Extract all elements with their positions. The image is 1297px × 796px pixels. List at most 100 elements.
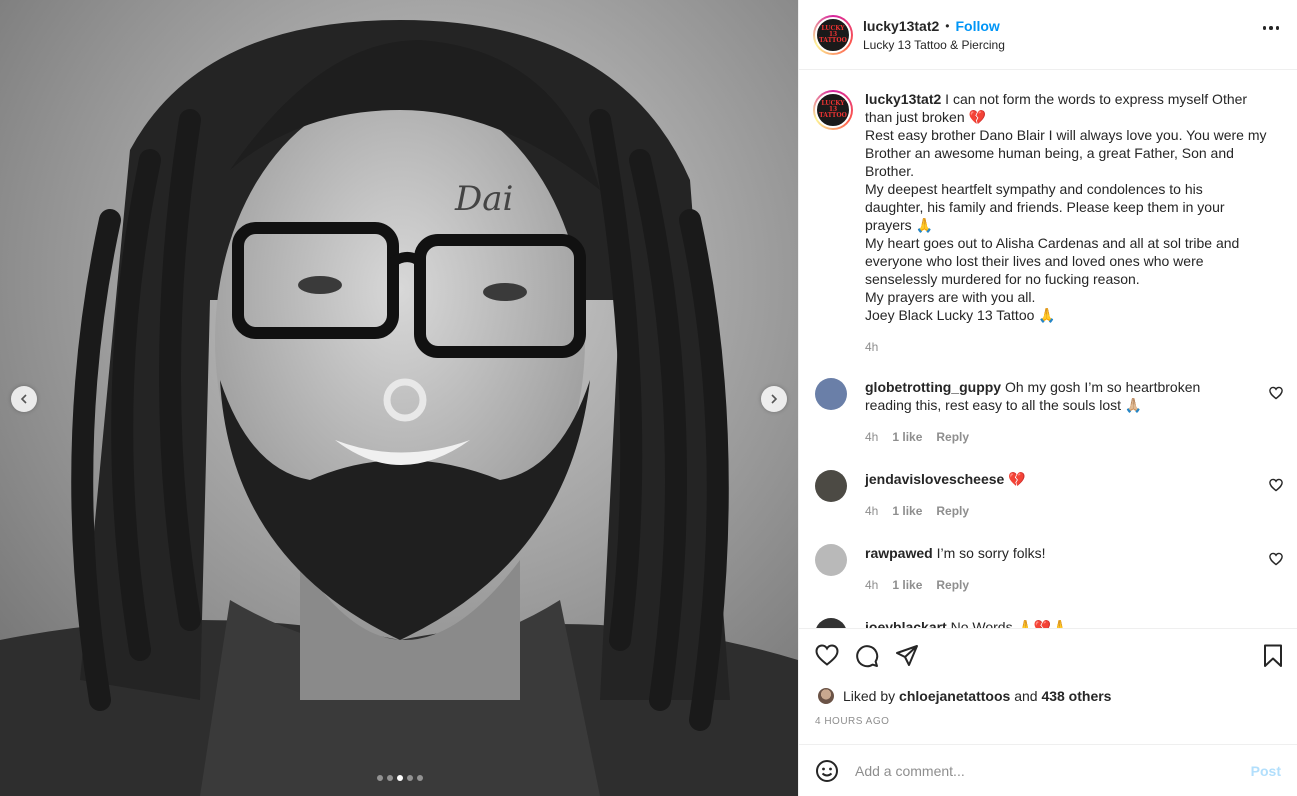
commenter-username[interactable]: globetrotting_guppy [865,379,1001,395]
liker-avatar[interactable] [817,687,835,705]
post-details-panel: LUCKY 13 TATTOO lucky13tat2 • Follow Luc… [798,0,1297,796]
comment-like-heart-icon[interactable] [1269,386,1283,400]
comment-like-count[interactable]: 1 like [892,502,922,520]
caption-line: lucky13tat2 I can not form the words to … [865,90,1280,108]
comment-item: joeyblackart No Words 🙏💔🙏 [813,618,1283,628]
comment-like-count[interactable]: 1 like [892,428,922,446]
comment-item: rawpawed I’m so sorry folks! 4h 1 like Repl… [813,544,1283,594]
caption-line: My heart goes out to Alisha Cardenas and… [865,234,1280,252]
caption-line: Joey Black Lucky 13 Tattoo 🙏 [865,306,1280,324]
post-header: LUCKY 13 TATTOO lucky13tat2 • Follow Luc… [799,0,1297,70]
more-icon-dot [1262,26,1266,30]
like-heart-icon[interactable] [815,644,839,666]
caption-text: I can not form the words to express myse… [945,91,1248,107]
comment-line: globetrotting_guppy Oh my gosh I’m so he… [865,378,1225,396]
post-photo: Dai [0,0,798,796]
comments-list[interactable]: LUCKY 13 TATTOO lucky13tat2 I can not fo… [799,70,1297,628]
liked-by-username[interactable]: chloejanetattoos [899,688,1010,704]
follow-button[interactable]: Follow [955,18,999,34]
comment-line: reading this, rest easy to all the souls… [865,396,1225,414]
comment-timestamp: 4h [865,430,879,444]
commenter-username[interactable]: joeyblackart [865,619,947,628]
reply-button[interactable]: Reply [936,502,969,520]
caption-text: My prayers are with you all. [865,289,1036,305]
post-media[interactable]: Dai [0,0,798,796]
caption-line: than just broken 💔 [865,108,1280,126]
comment-bubble-icon[interactable] [855,644,879,668]
caption-text: everyone who lost their lives and loved … [865,253,1204,269]
carousel-indicator [377,775,423,781]
reply-button[interactable]: Reply [936,576,969,594]
comment-like-count[interactable]: 1 like [892,576,922,594]
comment-timestamp: 4h [865,504,879,518]
chevron-left-icon [20,394,27,404]
caption-text: than just broken 💔 [865,109,986,125]
save-bookmark-icon[interactable] [1263,644,1283,668]
caption-text: My heart goes out to Alisha Cardenas and… [865,235,1240,251]
post-comment-button[interactable]: Post [1251,763,1281,779]
more-icon-dot [1269,26,1273,30]
and-label: and [1014,688,1038,704]
caption-line: Brother. [865,162,1280,180]
caption-line: daughter, his family and friends. Please… [865,198,1280,216]
commenter-avatar[interactable] [815,470,847,502]
post-location[interactable]: Lucky 13 Tattoo & Piercing [863,38,1005,52]
post-actions: Liked by chloejanetattoos and 438 others… [799,628,1297,743]
add-comment-input[interactable] [855,762,1251,779]
comment-like-heart-icon[interactable] [1269,552,1283,566]
svg-text:Dai: Dai [454,179,513,219]
comment-like-heart-icon[interactable] [1269,478,1283,492]
caption-line: Rest easy brother Dano Blair I will alwa… [865,126,1280,144]
caption-username[interactable]: lucky13tat2 [865,91,941,107]
carousel-dot [377,775,383,781]
carousel-dot [407,775,413,781]
commenter-avatar[interactable] [815,378,847,410]
carousel-dot [397,775,403,781]
author-avatar[interactable]: LUCKY 13 TATTOO [813,14,853,55]
comment-text: I’m so sorry folks! [936,545,1046,561]
avatar-logo: LUCKY 13 TATTOO [819,24,847,44]
carousel-dot [417,775,423,781]
caption-text: senselessly murdered for no fucking reas… [865,271,1140,287]
caption-text: Brother. [865,163,915,179]
reply-button[interactable]: Reply [936,428,969,446]
caption-text: daughter, his family and friends. Please… [865,199,1225,215]
share-send-icon[interactable] [895,644,919,668]
emoji-icon[interactable] [815,759,839,783]
commenter-avatar[interactable] [815,544,847,576]
comment-composer: Post [799,744,1297,796]
liked-by-label: Liked by [843,688,896,704]
commenter-avatar[interactable] [815,618,847,628]
caption-line: everyone who lost their lives and loved … [865,252,1280,270]
likes-summary: Liked by chloejanetattoos and 438 others [817,687,1111,705]
comment-meta: 4h 1 like Reply [865,428,1225,446]
caption-line: My prayers are with you all. [865,288,1280,306]
caption-author-avatar[interactable]: LUCKY 13 TATTOO [813,90,853,130]
commenter-username[interactable]: rawpawed [865,545,933,561]
previous-slide-button[interactable] [11,386,37,412]
commenter-username[interactable]: jendavislovescheese [865,471,1004,487]
chevron-right-icon [771,394,778,404]
comment-text: No Words 🙏💔🙏 [950,619,1069,628]
caption-text: prayers 🙏 [865,217,934,233]
comment-text: 💔 [1008,471,1026,487]
comment-line: jendavislovescheese 💔 [865,470,1225,488]
post-time-ago[interactable]: 4 HOURS AGO [815,716,889,727]
caption-text: Brother an awesome human being, a great … [865,145,1234,161]
more-options-button[interactable] [1262,26,1279,30]
carousel-dot [387,775,393,781]
next-slide-button[interactable] [761,386,787,412]
others-count-link[interactable]: 438 others [1041,688,1111,704]
caption-line: My deepest heartfelt sympathy and condol… [865,180,1280,198]
separator-dot: • [945,18,950,33]
caption-text: Joey Black Lucky 13 Tattoo 🙏 [865,307,1056,323]
comment-item: jendavislovescheese 💔 4h 1 like Reply [813,470,1283,520]
more-icon-dot [1275,26,1279,30]
avatar-logo: LUCKY 13 TATTOO [819,100,847,119]
comment-text: Oh my gosh I’m so heartbroken [1004,379,1201,395]
caption-line: senselessly murdered for no fucking reas… [865,270,1280,288]
author-username[interactable]: lucky13tat2 [863,18,939,34]
comment-meta: 4h 1 like Reply [865,502,1225,520]
comment-line: rawpawed I’m so sorry folks! [865,544,1225,562]
post-caption: LUCKY 13 TATTOO lucky13tat2 I can not fo… [813,70,1283,356]
